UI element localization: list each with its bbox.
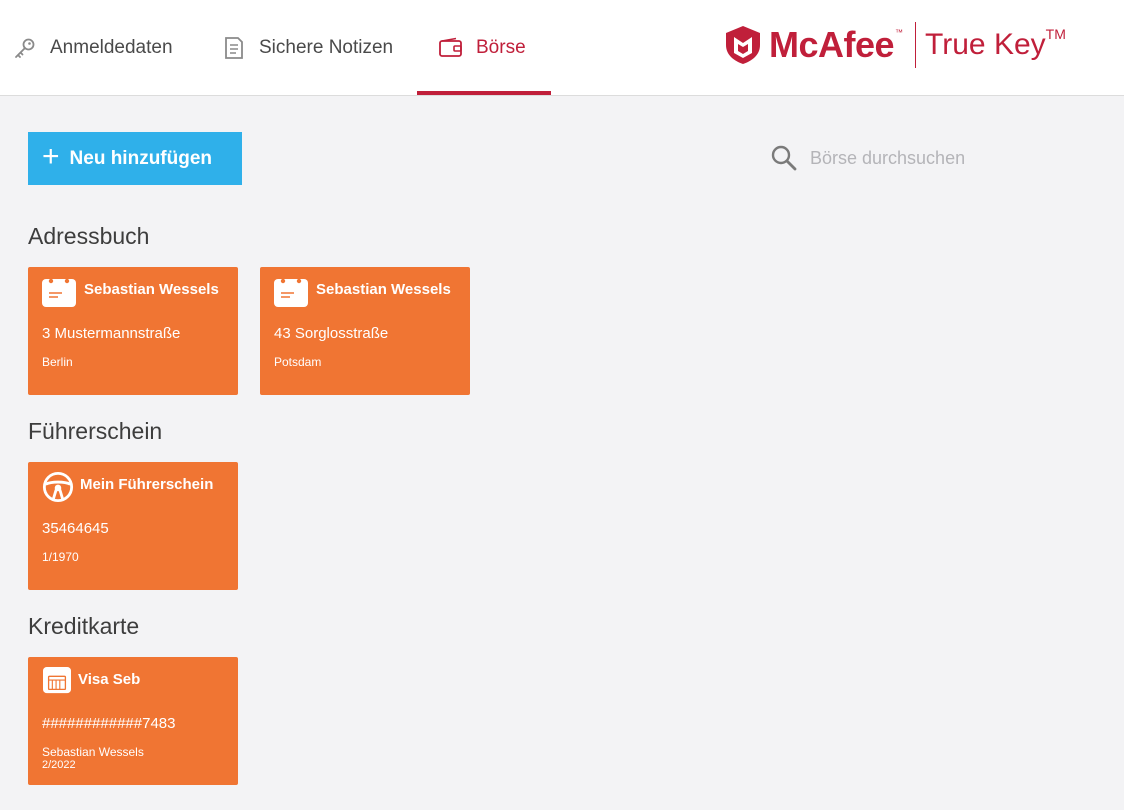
- steering-wheel-icon: [42, 471, 74, 503]
- active-tab-indicator: [417, 91, 551, 95]
- note-icon: [221, 35, 247, 61]
- license-date: 1/1970: [42, 550, 79, 564]
- tab-label: Sichere Notizen: [259, 36, 394, 58]
- product-name: True Key: [925, 28, 1046, 61]
- address-card[interactable]: Sebastian Wessels 43 Sorglosstraße Potsd…: [260, 267, 470, 395]
- logo-divider: [915, 22, 917, 68]
- card-title: Visa Seb: [78, 671, 141, 688]
- card-street: 43 Sorglosstraße: [274, 325, 389, 342]
- section-title-fuehrerschein: Führerschein: [28, 418, 163, 444]
- card-city: Potsdam: [274, 355, 322, 369]
- card-expiry: 2/2022: [42, 759, 76, 771]
- card-title: Sebastian Wessels: [84, 281, 219, 298]
- tab-sichere-notizen[interactable]: Sichere Notizen: [221, 0, 393, 95]
- mcafee-shield-icon: [726, 26, 760, 64]
- card-street: 3 Mustermannstraße: [42, 325, 181, 342]
- card-city: Berlin: [42, 355, 73, 369]
- product-trademark: TM: [1045, 26, 1066, 42]
- add-new-button[interactable]: + Neu hinzufügen: [28, 132, 242, 185]
- top-navigation: Anmeldedaten Sichere Notizen Börse McAfe…: [0, 0, 1124, 96]
- credit-card-card[interactable]: Visa Seb ############7483 Sebastian Wess…: [28, 657, 238, 785]
- section-title-kreditkarte: Kreditkarte: [28, 613, 140, 639]
- drivers-license-card[interactable]: Mein Führerschein 35464645 1/1970: [28, 462, 238, 590]
- calendar-icon: [274, 278, 308, 307]
- key-icon: [12, 35, 38, 61]
- calendar-icon: [42, 278, 76, 307]
- wallet-icon: [438, 35, 464, 61]
- credit-card-icon: [43, 667, 71, 694]
- section-title-adressbuch: Adressbuch: [28, 223, 150, 249]
- address-card[interactable]: Sebastian Wessels 3 Mustermannstraße Ber…: [28, 267, 238, 395]
- brand-trademark: ™: [895, 28, 904, 37]
- tab-label: Börse: [476, 36, 526, 58]
- tab-label: Anmeldedaten: [50, 36, 173, 58]
- tab-boerse[interactable]: Börse: [438, 0, 526, 95]
- wallet-search: [770, 140, 1100, 176]
- tab-anmeldedaten[interactable]: Anmeldedaten: [12, 0, 173, 95]
- masked-card-number: ############7483: [42, 715, 176, 732]
- search-icon[interactable]: [770, 144, 798, 172]
- cardholder-name: Sebastian Wessels: [42, 745, 144, 759]
- mcafee-true-key-logo: McAfee ™ True Key TM: [725, 20, 1066, 70]
- brand-name: McAfee: [769, 24, 895, 65]
- plus-icon: +: [42, 140, 60, 173]
- add-new-label: Neu hinzufügen: [69, 147, 213, 169]
- license-number: 35464645: [42, 520, 109, 537]
- search-input[interactable]: [810, 147, 1090, 169]
- card-title: Mein Führerschein: [80, 476, 214, 493]
- card-title: Sebastian Wessels: [316, 281, 451, 298]
